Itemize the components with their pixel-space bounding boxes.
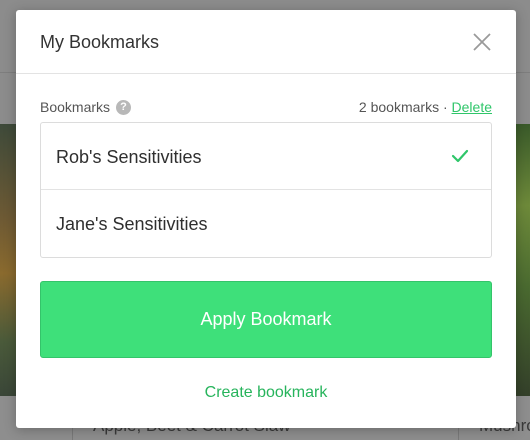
close-button[interactable]	[468, 28, 496, 56]
modal-title: My Bookmarks	[40, 32, 160, 52]
bookmark-count-group: 2 bookmarks · Delete	[359, 99, 492, 115]
bookmark-list: Rob's Sensitivities Jane's Sensitivities	[40, 122, 492, 258]
section-label: Bookmarks	[40, 99, 111, 115]
check-icon	[451, 149, 469, 163]
background-recipe-image-right	[516, 124, 530, 396]
bookmarks-section-header: Bookmarks ? 2 bookmarks · Delete	[40, 99, 492, 119]
create-bookmark-link[interactable]: Create bookmark	[16, 384, 516, 402]
close-icon	[473, 33, 491, 51]
delete-link[interactable]: Delete	[452, 99, 492, 115]
bookmark-label: Jane's Sensitivities	[56, 214, 208, 234]
bookmark-label: Rob's Sensitivities	[56, 147, 202, 167]
help-icon[interactable]: ?	[116, 100, 131, 115]
separator: ·	[442, 99, 448, 115]
bookmark-count: 2 bookmarks	[358, 99, 440, 115]
bookmark-item[interactable]: Rob's Sensitivities	[41, 123, 491, 190]
apply-bookmark-button[interactable]: Apply Bookmark	[40, 281, 492, 358]
modal-header: My Bookmarks	[16, 10, 516, 74]
background-recipe-image-left	[0, 124, 16, 396]
bookmark-item[interactable]: Jane's Sensitivities	[41, 190, 491, 257]
bookmarks-modal: My Bookmarks Bookmarks ? 2 bookmarks · D…	[16, 10, 516, 428]
